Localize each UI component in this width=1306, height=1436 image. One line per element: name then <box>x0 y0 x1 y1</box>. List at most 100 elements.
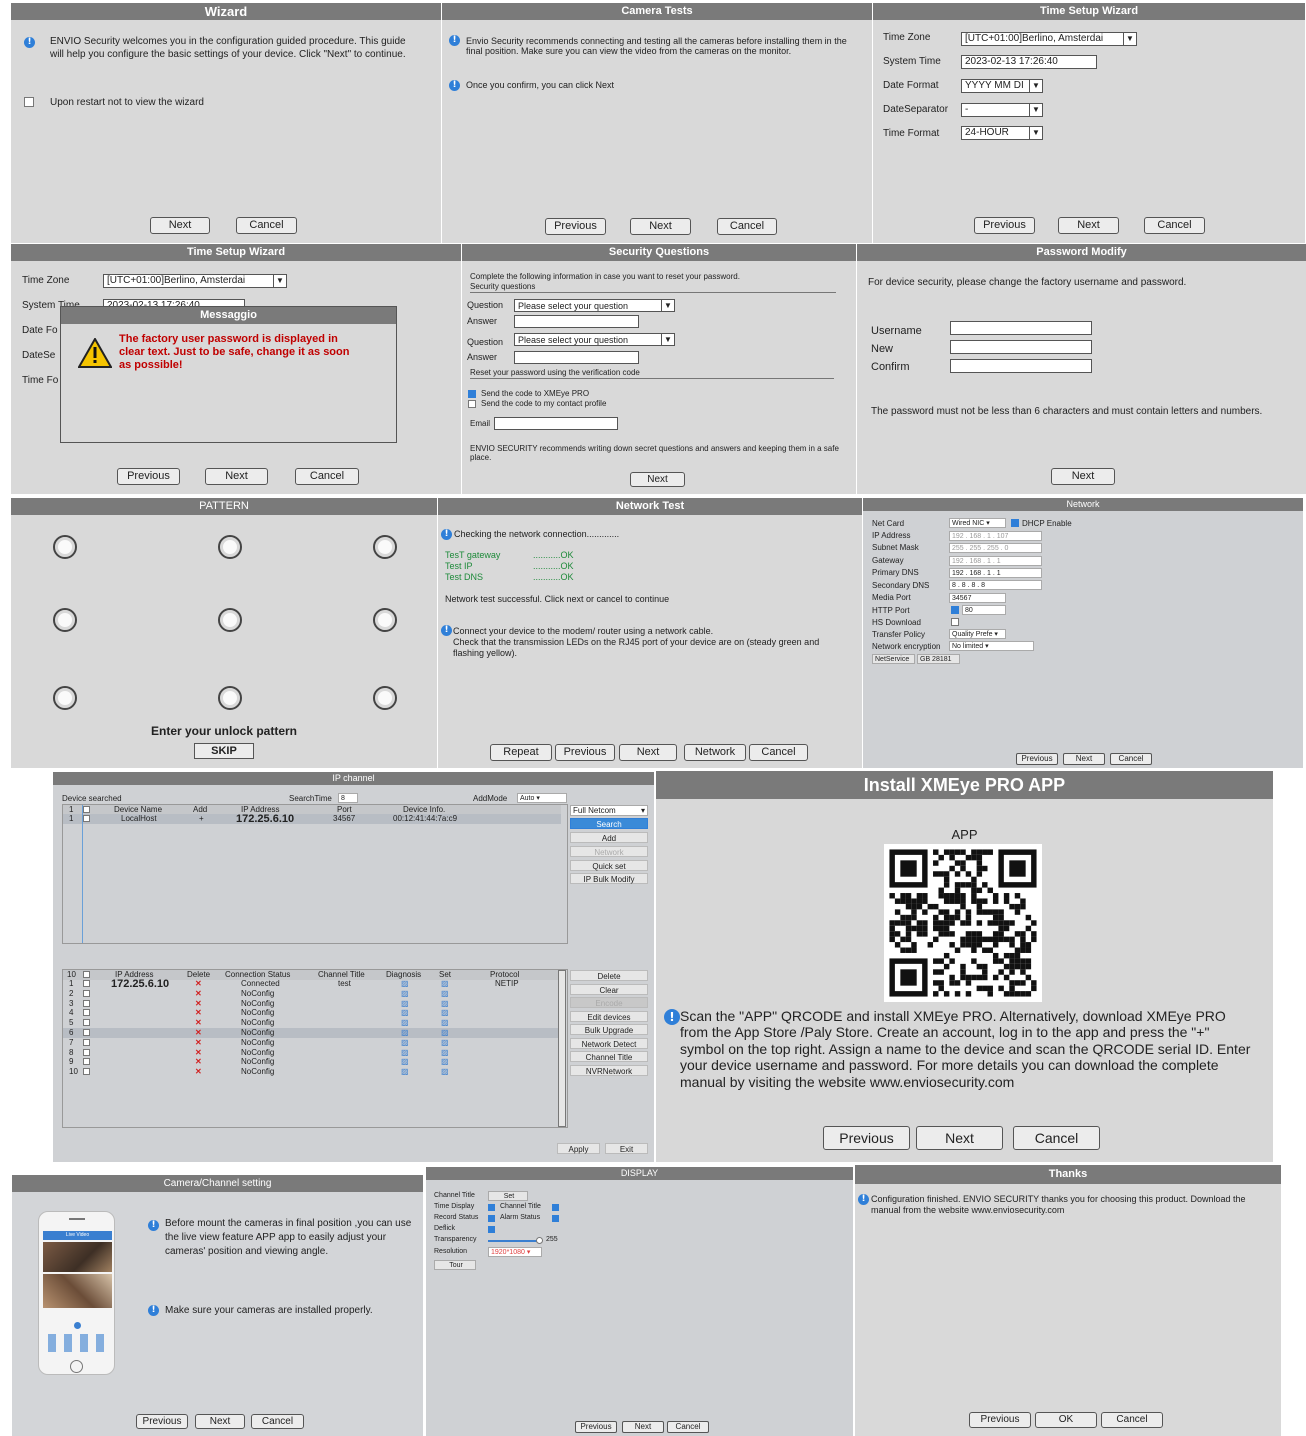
nvr-network-button[interactable]: NVRNetwork <box>570 1065 648 1076</box>
repeat-button[interactable]: Repeat <box>490 744 552 761</box>
alarm-status-checkbox[interactable] <box>552 1215 559 1222</box>
next-button[interactable]: Next <box>1058 217 1119 234</box>
table-row[interactable]: 1 172.25.6.10 Connected test NETIP ✕ ▨ ▨ <box>63 979 561 990</box>
diagnosis-icon[interactable]: ▨ <box>401 1018 409 1028</box>
cancel-button[interactable]: Cancel <box>667 1421 709 1433</box>
next-button[interactable]: Next <box>916 1126 1003 1150</box>
date-separator-select[interactable]: - ▼ <box>961 103 1043 117</box>
gb28181-button[interactable]: GB 28181 <box>917 654 960 664</box>
network-button[interactable]: Network <box>684 744 746 761</box>
record-status-checkbox[interactable] <box>488 1215 495 1222</box>
settings-icon[interactable]: ▨ <box>441 1057 449 1067</box>
delete-icon[interactable]: ✕ <box>195 1038 202 1048</box>
row-checkbox[interactable] <box>83 1048 90 1056</box>
previous-button[interactable]: Previous <box>555 744 615 761</box>
previous-button[interactable]: Previous <box>575 1421 617 1433</box>
cancel-button[interactable]: Cancel <box>1013 1126 1100 1150</box>
pattern-dot[interactable] <box>53 686 77 710</box>
scrollbar[interactable] <box>558 970 566 1127</box>
cancel-button[interactable]: Cancel <box>251 1414 304 1429</box>
delete-icon[interactable]: ✕ <box>195 1067 202 1077</box>
diagnosis-icon[interactable]: ▨ <box>401 1057 409 1067</box>
table-row[interactable]: 7 NoConfig ✕ ▨ ▨ <box>63 1038 561 1048</box>
select-all-checkbox[interactable] <box>83 806 90 813</box>
previous-button[interactable]: Previous <box>117 468 180 485</box>
table-row[interactable]: 2 NoConfig ✕ ▨ ▨ <box>63 989 561 999</box>
settings-icon[interactable]: ▨ <box>441 1008 449 1018</box>
cancel-button[interactable]: Cancel <box>295 468 359 485</box>
row-checkbox[interactable] <box>83 1009 90 1017</box>
pattern-dot[interactable] <box>373 686 397 710</box>
question-1-select[interactable]: Please select your question ▼ <box>514 299 675 312</box>
next-button[interactable]: Next <box>205 468 268 485</box>
settings-icon[interactable]: ▨ <box>441 979 449 989</box>
network-button[interactable]: Network <box>570 846 648 857</box>
diagnosis-icon[interactable]: ▨ <box>401 1048 409 1058</box>
settings-icon[interactable]: ▨ <box>441 999 449 1009</box>
primary-dns-field[interactable]: 192 . 168 . 1 . 1 <box>949 568 1042 578</box>
delete-icon[interactable]: ✕ <box>195 979 202 989</box>
secondary-dns-field[interactable]: 8 . 8 . 8 . 8 <box>949 580 1042 590</box>
quick-set-button[interactable]: Quick set <box>570 860 648 871</box>
bulk-upgrade-button[interactable]: Bulk Upgrade <box>570 1024 648 1035</box>
settings-icon[interactable]: ▨ <box>441 1018 449 1028</box>
previous-button[interactable]: Previous <box>545 218 606 235</box>
confirm-password-input[interactable] <box>950 359 1092 373</box>
pattern-dot[interactable] <box>218 686 242 710</box>
settings-icon[interactable]: ▨ <box>441 1038 449 1048</box>
delete-icon[interactable]: ✕ <box>195 1018 202 1028</box>
edit-devices-button[interactable]: Edit devices <box>570 1011 648 1022</box>
netservice-button[interactable]: NetService <box>872 654 915 664</box>
settings-icon[interactable]: ▨ <box>441 989 449 999</box>
pattern-dot[interactable] <box>373 608 397 632</box>
cancel-button[interactable]: Cancel <box>1110 753 1152 765</box>
hs-download-checkbox[interactable] <box>951 618 959 626</box>
row-checkbox[interactable] <box>83 1019 90 1027</box>
previous-button[interactable]: Previous <box>1016 753 1058 765</box>
settings-icon[interactable]: ▨ <box>441 1048 449 1058</box>
next-button[interactable]: Next <box>622 1421 664 1433</box>
encryption-select[interactable]: No limited ▾ <box>949 641 1034 651</box>
delete-icon[interactable]: ✕ <box>195 1008 202 1018</box>
diagnosis-icon[interactable]: ▨ <box>401 1008 409 1018</box>
transfer-policy-select[interactable]: Quality Prefe ▾ <box>949 629 1006 639</box>
previous-button[interactable]: Previous <box>974 217 1035 234</box>
delete-icon[interactable]: ✕ <box>195 999 202 1009</box>
settings-icon[interactable]: ▨ <box>441 1028 449 1038</box>
search-time-field[interactable]: 8 <box>338 793 358 803</box>
delete-icon[interactable]: ✕ <box>195 1028 202 1038</box>
http-port-checkbox[interactable] <box>951 606 959 614</box>
clear-button[interactable]: Clear <box>570 984 648 995</box>
pattern-dot[interactable] <box>218 608 242 632</box>
table-row[interactable]: 9 NoConfig ✕ ▨ ▨ <box>63 1057 561 1067</box>
subnet-field[interactable]: 255 . 255 . 255 . 0 <box>949 543 1042 553</box>
table-row[interactable]: 1 LocalHost + 172.25.6.10 34567 00:12:41… <box>63 814 561 825</box>
answer-2-input[interactable] <box>514 351 639 364</box>
time-zone-select[interactable]: [UTC+01:00]Berlino, Amsterdai ▼ <box>103 274 287 288</box>
cancel-button[interactable]: Cancel <box>1101 1412 1163 1428</box>
row-checkbox[interactable] <box>83 980 90 987</box>
row-checkbox[interactable] <box>83 999 90 1007</box>
add-button[interactable]: Add <box>570 832 648 843</box>
table-row[interactable]: 10 NoConfig ✕ ▨ ▨ <box>63 1067 561 1077</box>
pattern-dot[interactable] <box>218 535 242 559</box>
resolution-select[interactable]: 1920*1080 ▾ <box>488 1247 542 1257</box>
channel-title-checkbox[interactable] <box>552 1204 559 1211</box>
cancel-button[interactable]: Cancel <box>717 218 777 235</box>
previous-button[interactable]: Previous <box>969 1412 1031 1428</box>
diagnosis-icon[interactable]: ▨ <box>401 999 409 1009</box>
next-button[interactable]: Next <box>150 217 210 234</box>
diagnosis-icon[interactable]: ▨ <box>401 1067 409 1077</box>
diagnosis-icon[interactable]: ▨ <box>401 979 409 989</box>
skip-wizard-checkbox[interactable] <box>24 97 34 107</box>
table-row[interactable]: 3 NoConfig ✕ ▨ ▨ <box>63 999 561 1009</box>
channel-title-button[interactable]: Channel Title <box>570 1051 648 1062</box>
date-format-select[interactable]: YYYY MM DI ▼ <box>961 79 1043 93</box>
next-button[interactable]: Next <box>619 744 677 761</box>
add-mode-select[interactable]: Auto ▾ <box>517 793 567 803</box>
next-button[interactable]: Next <box>1063 753 1105 765</box>
transparency-slider[interactable] <box>488 1240 540 1242</box>
pattern-dot[interactable] <box>53 608 77 632</box>
dhcp-checkbox[interactable] <box>1011 519 1019 527</box>
username-input[interactable] <box>950 321 1092 335</box>
